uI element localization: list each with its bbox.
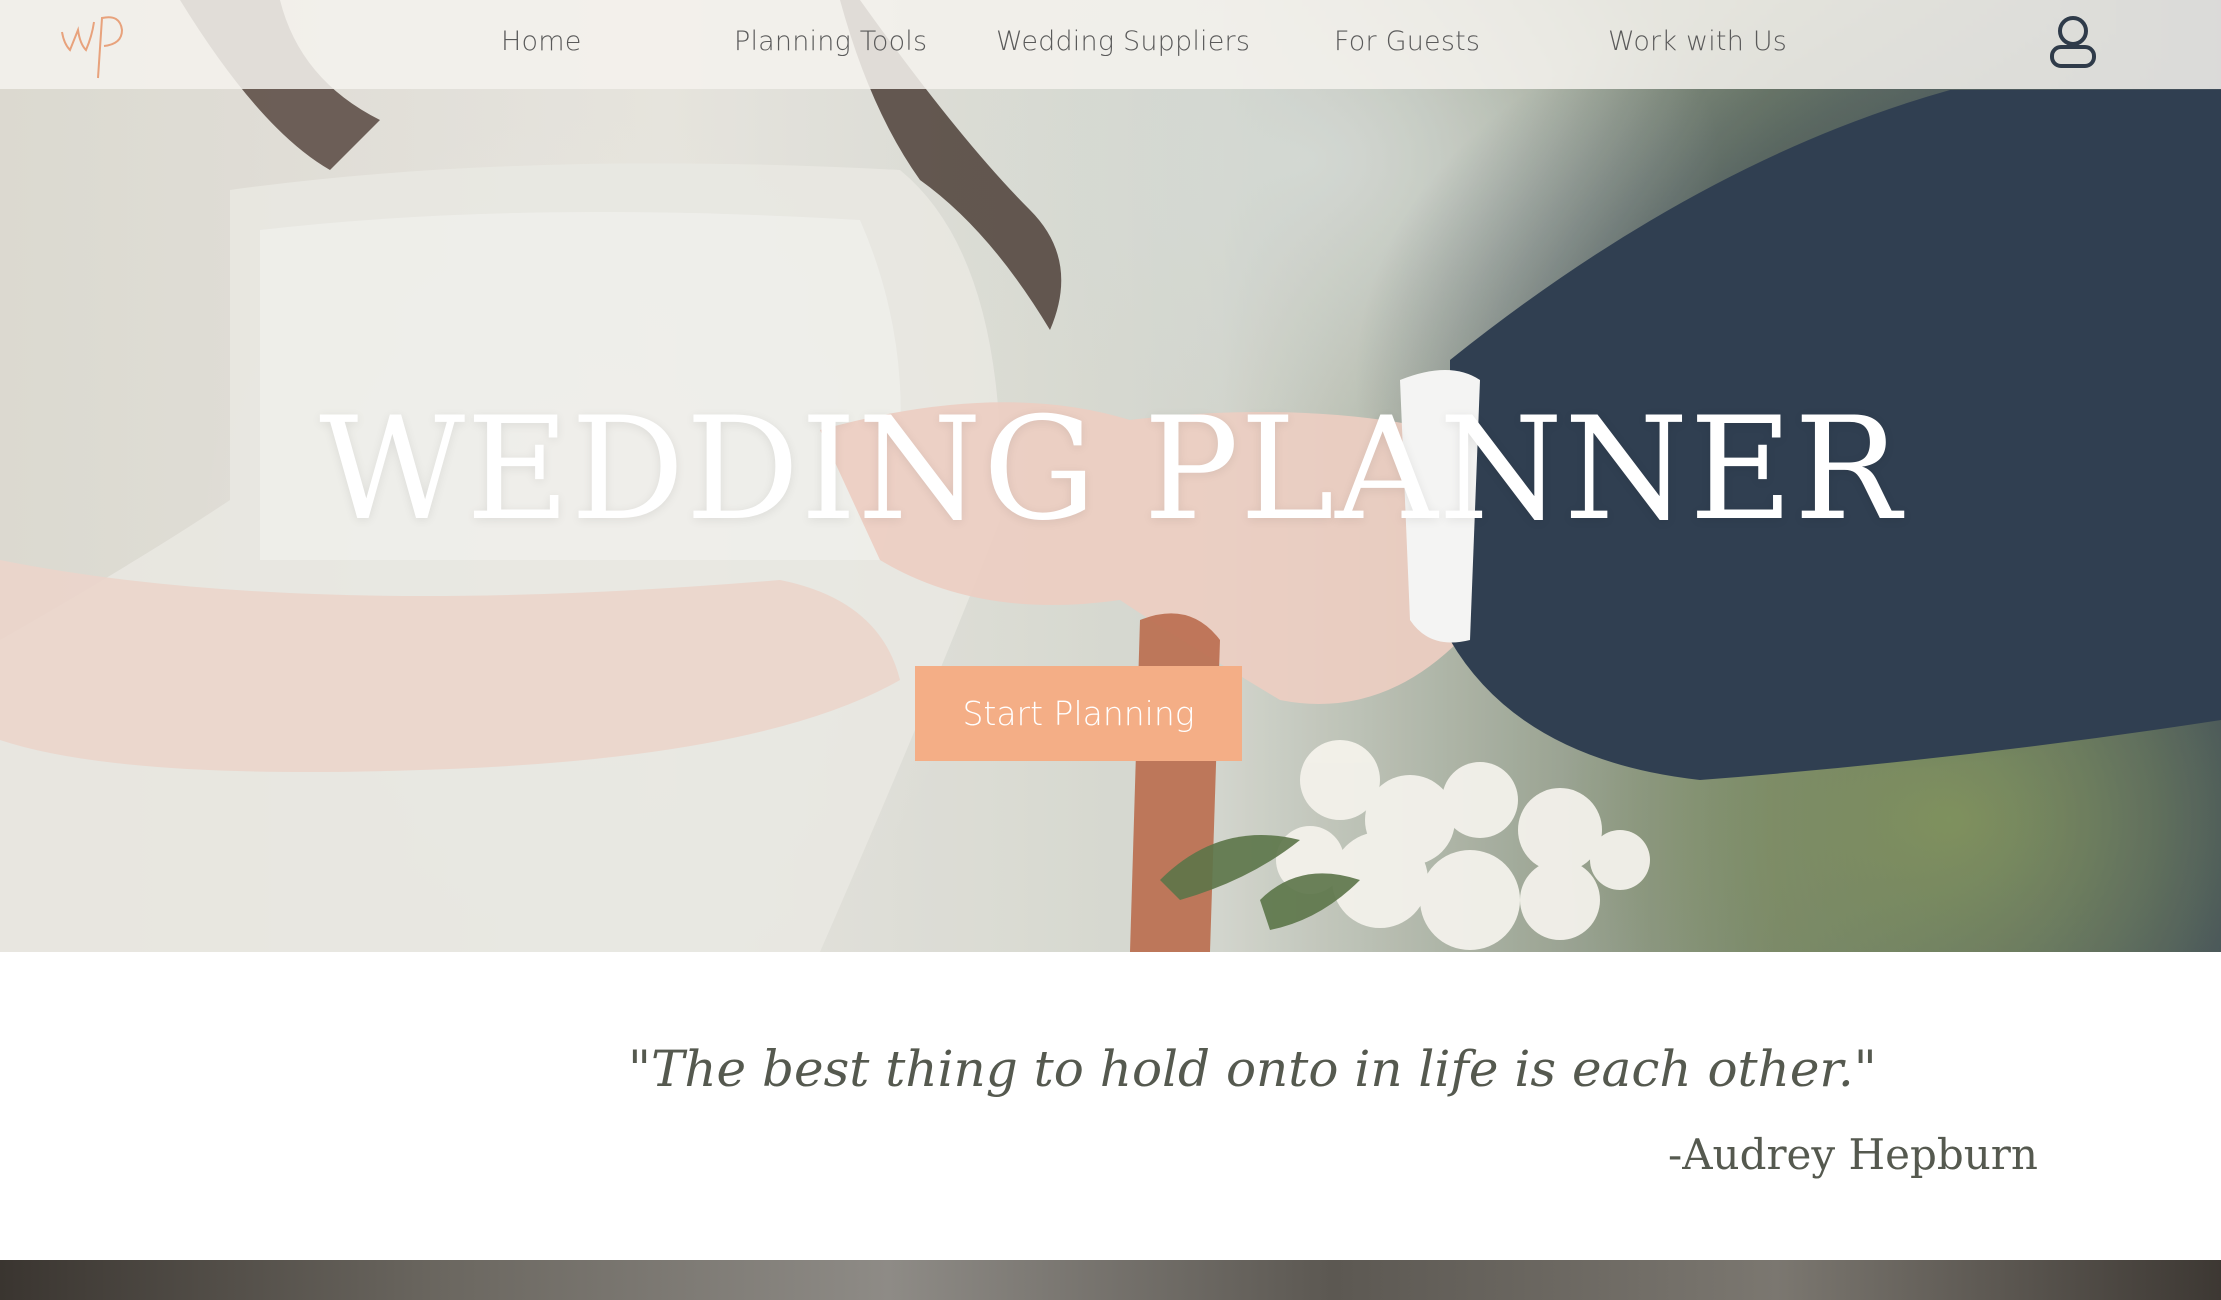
wp-logo[interactable] — [58, 4, 128, 82]
hero-section: WEDDING PLANNER Start Planning — [0, 0, 2221, 952]
quote-author: -Audrey Hepburn — [1668, 1130, 2038, 1179]
hero-title: WEDDING PLANNER — [319, 387, 1902, 552]
next-section-image-strip — [0, 1260, 2221, 1300]
nav-wedding-suppliers[interactable]: Wedding Suppliers — [996, 22, 1250, 62]
start-planning-button[interactable]: Start Planning — [915, 666, 1242, 761]
nav-planning-tools[interactable]: Planning Tools — [734, 22, 927, 62]
nav-for-guests[interactable]: For Guests — [1334, 22, 1480, 62]
nav-home[interactable]: Home — [501, 22, 582, 62]
quote-text: "The best thing to hold onto in life is … — [628, 1040, 1877, 1098]
top-navigation-bar: Home Planning Tools Wedding Suppliers Fo… — [0, 0, 2221, 89]
user-account-icon[interactable] — [2047, 14, 2099, 70]
nav-work-with-us[interactable]: Work with Us — [1608, 22, 1787, 62]
